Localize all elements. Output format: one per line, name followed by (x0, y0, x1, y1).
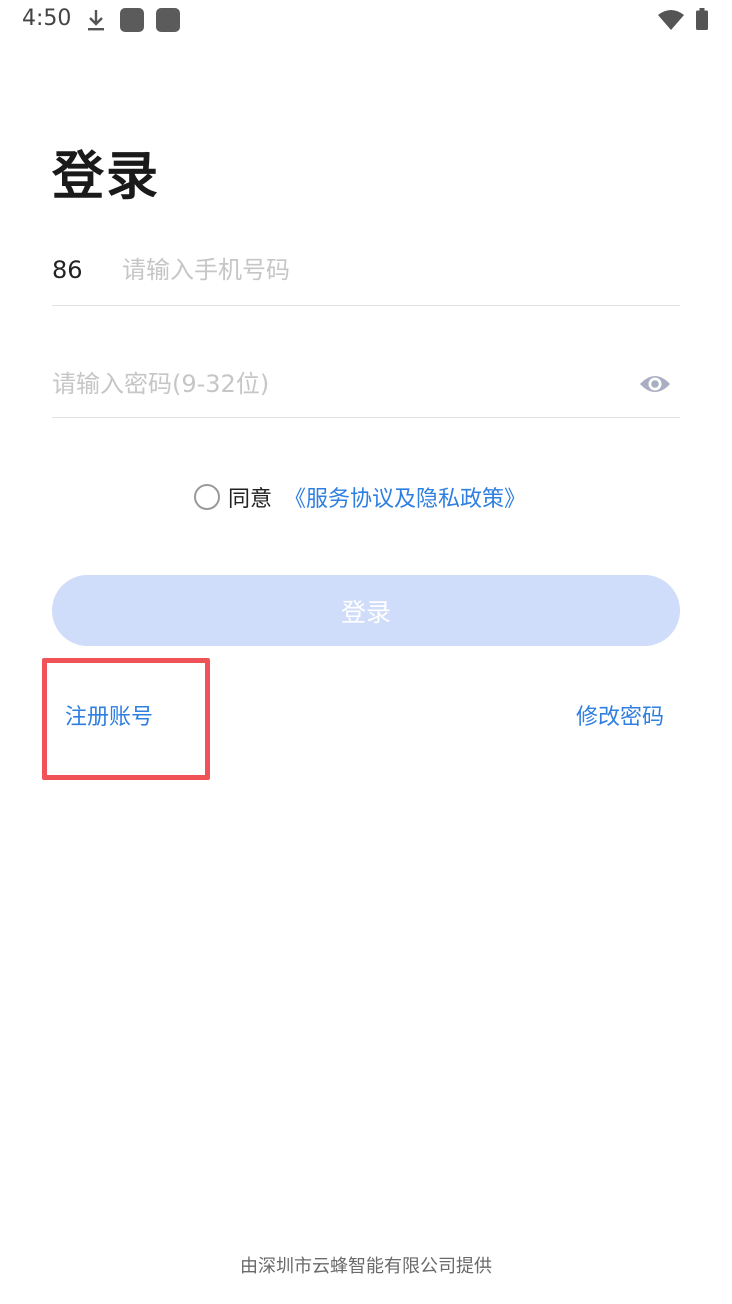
download-icon (88, 10, 104, 31)
app-notification-icon (156, 8, 180, 32)
change-password-link[interactable]: 修改密码 (576, 699, 664, 731)
eye-icon[interactable] (638, 370, 672, 398)
login-button[interactable]: 登录 (52, 575, 680, 646)
country-code[interactable]: 86 (52, 256, 83, 284)
password-input[interactable] (52, 364, 612, 404)
app-notification-icon (120, 8, 144, 32)
agreement-radio[interactable] (194, 484, 220, 510)
phone-input[interactable] (122, 250, 642, 290)
status-bar: 4:50 (0, 0, 732, 40)
page-title: 登录 (52, 147, 161, 207)
login-screen: 4:50 登录 86 同意 《服务协议及隐私政策》 登录 注册账号 (0, 0, 732, 1304)
register-account-link[interactable]: 注册账号 (65, 699, 153, 731)
phone-field-row: 86 (52, 244, 680, 306)
footer-provider-text: 由深圳市云蜂智能有限公司提供 (240, 1256, 492, 1277)
terms-privacy-link[interactable]: 《服务协议及隐私政策》 (284, 481, 526, 513)
agreement-label: 同意 (228, 487, 273, 512)
wifi-icon (658, 10, 684, 30)
status-time: 4:50 (22, 6, 72, 31)
agreement-row: 同意 《服务协议及隐私政策》 (194, 480, 526, 514)
battery-icon (696, 8, 708, 30)
password-field-row (52, 356, 680, 418)
